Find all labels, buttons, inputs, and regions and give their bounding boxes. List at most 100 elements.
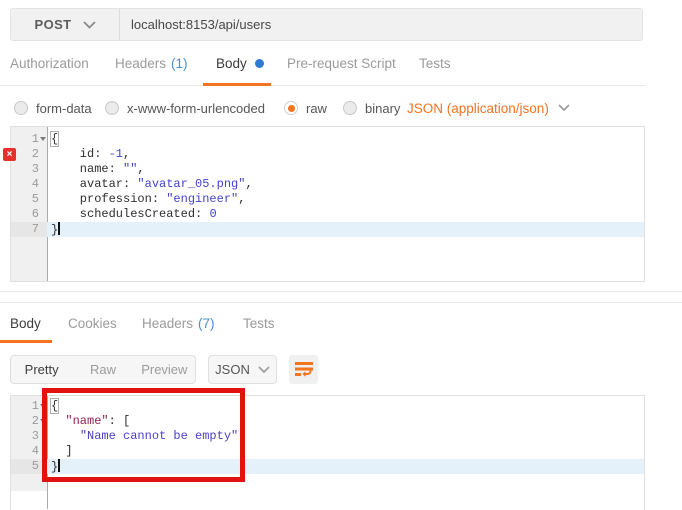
- tab-cookies[interactable]: Cookies: [68, 303, 117, 343]
- line-number: 1: [31, 399, 39, 413]
- fold-arrow-icon[interactable]: [39, 414, 47, 429]
- chevron-down-icon: [258, 365, 270, 373]
- code-token: }: [51, 223, 59, 237]
- code-content: }: [47, 222, 644, 237]
- code-token: "name": [65, 414, 109, 428]
- request-url-bar: POST localhost:8153/api/users: [10, 8, 643, 41]
- method-label: POST: [34, 17, 72, 32]
- view-mode-preview[interactable]: Preview: [134, 356, 195, 383]
- radio-icon[interactable]: [14, 101, 28, 115]
- headers-count-badge: (7): [198, 315, 215, 331]
- tab-label: Body: [216, 55, 247, 71]
- method-select[interactable]: POST: [11, 9, 120, 40]
- line-number: 3: [31, 429, 39, 443]
- radio-icon[interactable]: [105, 101, 119, 115]
- code-line[interactable]: 1{: [11, 131, 644, 147]
- view-mode-label: Pretty: [24, 362, 59, 377]
- error-icon: ×: [3, 148, 16, 161]
- unsaved-body-dot-icon: [254, 58, 264, 68]
- mode-label: form-data: [36, 100, 92, 116]
- code-token: ,: [238, 192, 246, 206]
- tab-response-headers[interactable]: Headers (7): [142, 303, 215, 343]
- code-line[interactable]: 3 "Name cannot be empty": [11, 429, 644, 444]
- tab-tests[interactable]: Tests: [419, 41, 451, 85]
- code-line[interactable]: 4 avatar: "avatar_05.png",: [11, 177, 644, 192]
- line-gutter: 6: [11, 207, 47, 222]
- content-type-select[interactable]: JSON (application/json): [407, 96, 570, 120]
- text-cursor: [58, 222, 60, 235]
- tab-response-body[interactable]: Body: [10, 303, 41, 343]
- code-line[interactable]: 6 schedulesCreated: 0: [11, 207, 644, 222]
- response-body-editor[interactable]: 1{2 "name": [3 "Name cannot be empty" 4 ]…: [10, 395, 645, 510]
- tab-response-tests[interactable]: Tests: [243, 303, 275, 343]
- response-tabs: Body Cookies Headers (7) Tests: [0, 302, 682, 343]
- line-gutter: 5: [11, 459, 47, 474]
- code-line[interactable]: 1{: [11, 398, 644, 414]
- code-token: "Name cannot be empty": [79, 429, 239, 443]
- tab-label: Headers: [115, 55, 167, 71]
- code-line[interactable]: 4 ]: [11, 444, 644, 459]
- chevron-down-icon: [82, 20, 96, 29]
- code-token: ,: [123, 147, 131, 161]
- code-token: "": [123, 162, 138, 176]
- code-token: "engineer": [166, 192, 239, 206]
- format-label: JSON: [215, 362, 250, 377]
- line-gutter: 1: [11, 399, 47, 414]
- request-body-editor[interactable]: 1{2 × id: -1, 3 name: "", 4 avatar: "avatar…: [3, 126, 645, 282]
- code-line[interactable]: 2 × id: -1,: [3, 147, 644, 162]
- line-number: 2: [31, 414, 39, 428]
- view-mode-label: Raw: [89, 362, 116, 377]
- code-token: name:: [51, 162, 124, 176]
- code-content: }: [47, 459, 644, 474]
- code-content: "Name cannot be empty": [47, 429, 644, 444]
- view-mode-pretty[interactable]: Pretty: [11, 356, 72, 383]
- tab-pre-request-script[interactable]: Pre-request Script: [287, 41, 396, 85]
- tab-label: Tests: [243, 315, 275, 331]
- line-number: 1: [31, 132, 39, 146]
- chevron-down-icon: [558, 104, 570, 112]
- line-gutter: 4: [11, 177, 47, 192]
- fold-arrow-icon[interactable]: [39, 132, 47, 147]
- code-line[interactable]: 5}: [11, 459, 644, 474]
- code-content: avatar: "avatar_05.png",: [47, 177, 644, 192]
- code-content: schedulesCreated: 0: [47, 207, 644, 222]
- line-number: 4: [31, 444, 39, 458]
- mode-form-data[interactable]: form-data: [14, 96, 92, 120]
- text-cursor: [58, 459, 60, 472]
- line-gutter: 2 ×: [3, 147, 47, 162]
- editor-rows: 1{2 "name": [3 "Name cannot be empty" 4 ]…: [11, 398, 644, 474]
- radio-selected-icon[interactable]: [284, 101, 298, 115]
- tab-label: Cookies: [68, 315, 117, 331]
- code-line[interactable]: 2 "name": [: [11, 414, 644, 429]
- tab-headers[interactable]: Headers (1): [115, 41, 188, 85]
- mode-x-www-form-urlencoded[interactable]: x-www-form-urlencoded: [105, 96, 265, 120]
- code-line[interactable]: 5 profession: "engineer",: [11, 192, 644, 207]
- line-number: 5: [31, 192, 39, 206]
- radio-icon[interactable]: [343, 101, 357, 115]
- tab-label: Body: [10, 315, 41, 331]
- url-input[interactable]: localhost:8153/api/users: [120, 9, 642, 40]
- editor-rows: 1{2 × id: -1, 3 name: "", 4 avatar: "avatar…: [3, 131, 644, 237]
- mode-binary[interactable]: binary: [343, 96, 400, 120]
- line-number: 7: [31, 222, 39, 236]
- code-line[interactable]: 7}: [11, 222, 644, 237]
- content-type-label: JSON (application/json): [407, 100, 549, 116]
- fold-arrow-icon[interactable]: [39, 399, 47, 414]
- wrap-text-button[interactable]: [289, 355, 318, 384]
- response-format-select[interactable]: JSON: [208, 355, 277, 384]
- code-token: "avatar_05.png": [137, 177, 246, 191]
- view-mode-raw[interactable]: Raw: [72, 356, 133, 383]
- code-content: {: [47, 398, 644, 414]
- line-gutter: 4: [11, 444, 47, 459]
- tab-body[interactable]: Body: [216, 41, 264, 85]
- view-mode-label: Preview: [141, 362, 188, 377]
- code-line[interactable]: 3 name: "",: [11, 162, 644, 177]
- tab-authorization[interactable]: Authorization: [10, 41, 89, 85]
- mode-raw[interactable]: raw: [284, 96, 327, 120]
- line-number: 5: [31, 459, 39, 473]
